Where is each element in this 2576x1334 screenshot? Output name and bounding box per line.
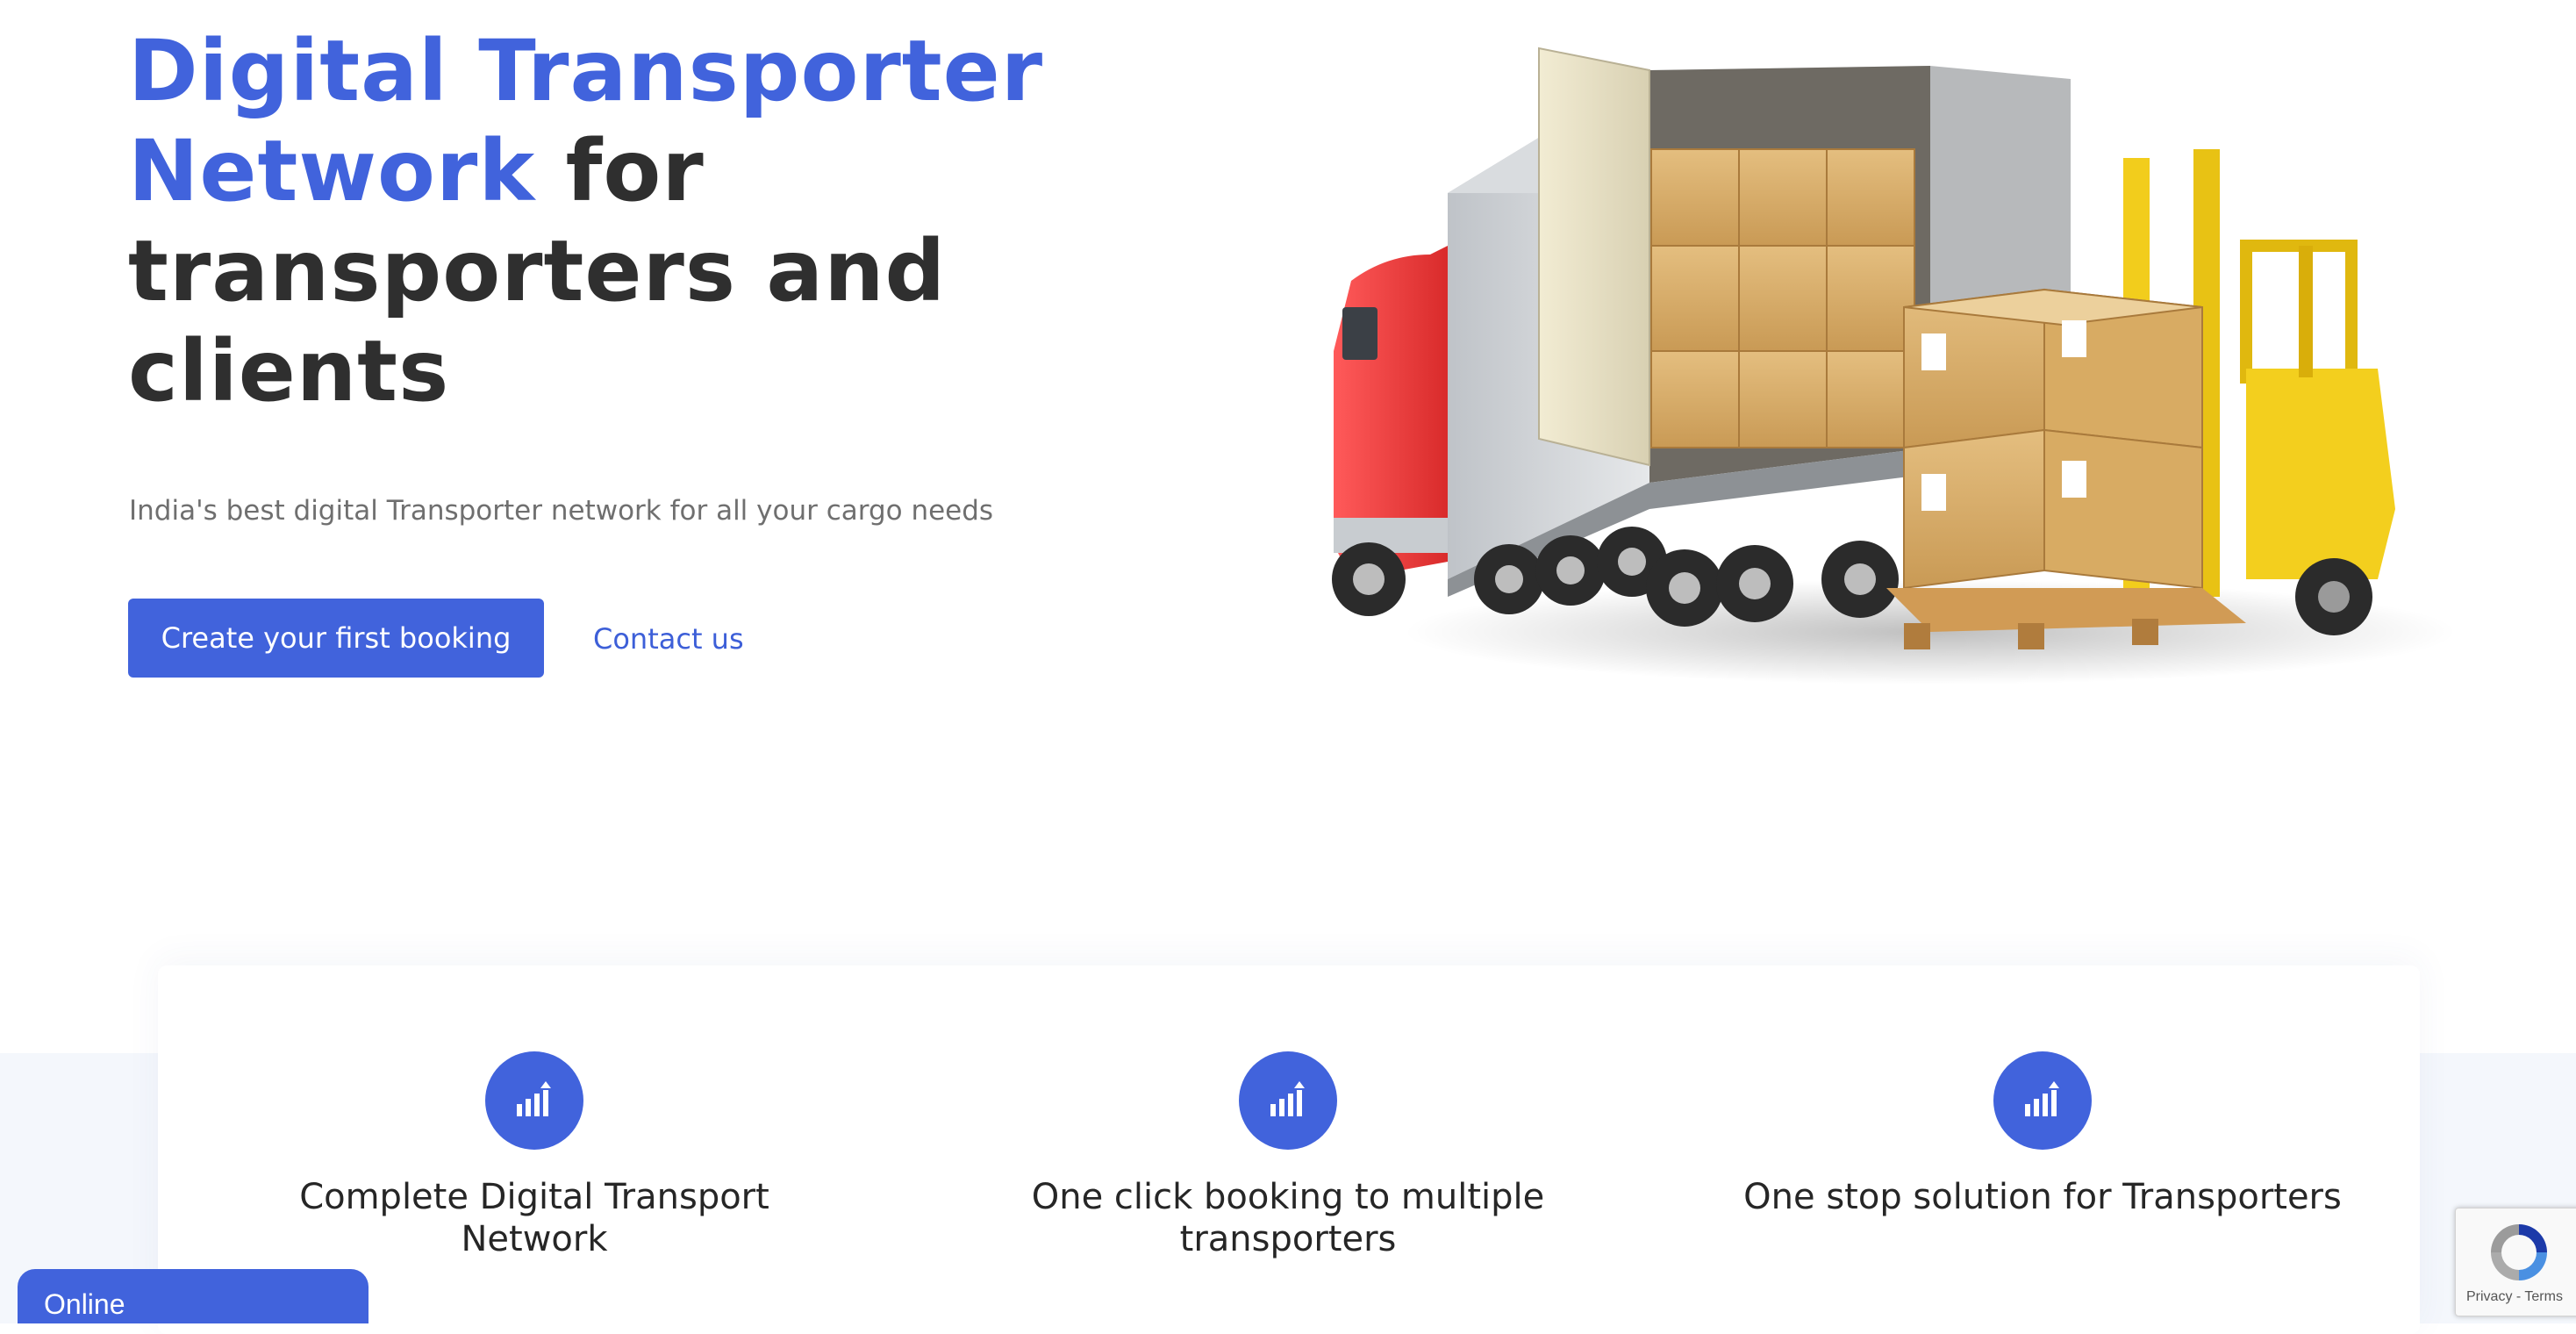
recaptcha-logo-icon: [2491, 1224, 2547, 1280]
create-booking-button[interactable]: Create your first booking: [128, 599, 544, 678]
online-chat-tab[interactable]: Online: [18, 1269, 369, 1323]
recaptcha-terms-link[interactable]: Terms: [2524, 1289, 2563, 1304]
feature-title: Complete Digital Transport Network: [299, 1177, 769, 1259]
feature-item: One stop solution for Transporters: [1735, 1051, 2350, 1218]
feature-item: One click booking to multiple transporte…: [981, 1051, 1595, 1260]
feature-item: Complete Digital Transport Network: [227, 1051, 841, 1260]
hero-title: Digital Transporter Network for transpor…: [128, 21, 1093, 421]
recaptcha-separator: -: [2512, 1289, 2525, 1304]
bar-chart-growth-icon: [1239, 1051, 1337, 1150]
hero-subtitle: India's best digital Transporter network…: [129, 495, 994, 527]
feature-title: One click booking to multiple transporte…: [1031, 1177, 1545, 1259]
recaptcha-links: Privacy - Terms: [2466, 1289, 2563, 1305]
bar-chart-growth-icon: [1993, 1051, 2092, 1150]
contact-us-link[interactable]: Contact us: [593, 620, 744, 658]
feature-title: One stop solution for Transporters: [1743, 1177, 2342, 1217]
truck-forklift-illustration: [1332, 47, 2457, 685]
bar-chart-growth-icon: [485, 1051, 583, 1150]
recaptcha-badge[interactable]: Privacy - Terms: [2455, 1208, 2576, 1316]
recaptcha-privacy-link[interactable]: Privacy: [2466, 1289, 2512, 1304]
